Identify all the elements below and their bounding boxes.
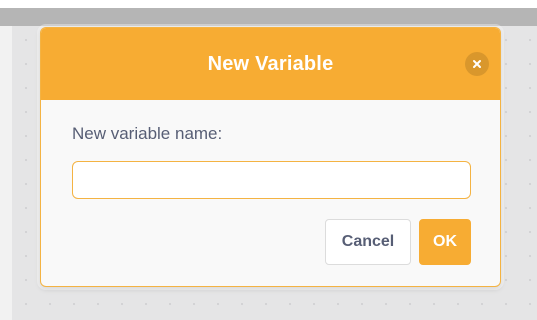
cancel-button[interactable]: Cancel (325, 219, 411, 265)
close-button[interactable] (465, 52, 489, 76)
variable-name-label: New variable name: (72, 124, 223, 143)
ok-button[interactable]: OK (419, 219, 471, 265)
close-icon (473, 60, 481, 68)
dialog-header: New Variable (41, 28, 500, 100)
sidebar-backdrop (0, 26, 12, 320)
menu-bar-backdrop (0, 8, 537, 26)
variable-name-input[interactable] (72, 161, 471, 199)
top-strip (0, 0, 537, 8)
dialog-title: New Variable (207, 53, 334, 75)
new-variable-dialog: New Variable New variable name: Cancel O… (40, 27, 501, 287)
